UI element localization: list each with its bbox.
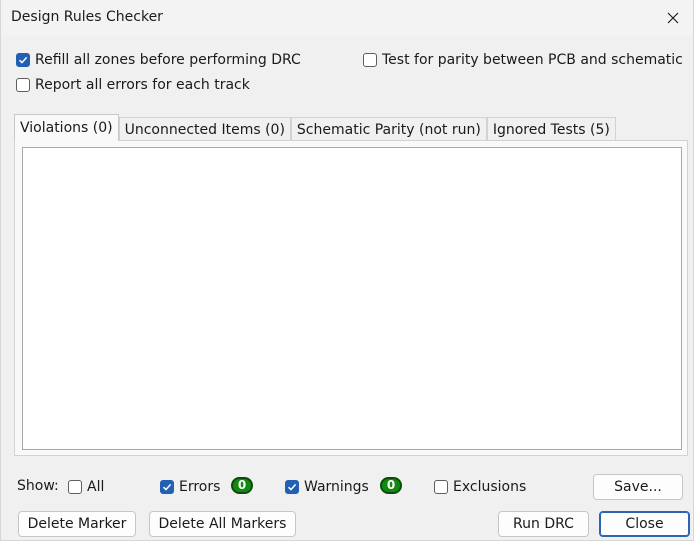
run-drc-button[interactable]: Run DRC	[498, 511, 589, 537]
tab-schematic-parity[interactable]: Schematic Parity (not run)	[290, 117, 487, 141]
test-parity-checkbox[interactable]	[363, 53, 377, 67]
report-all-errors-checkbox[interactable]	[16, 78, 30, 92]
title-bar: Design Rules Checker	[1, 0, 693, 36]
violations-panel	[14, 140, 688, 456]
test-parity-option[interactable]: Test for parity between PCB and schemati…	[363, 52, 683, 68]
filter-errors-label: Errors	[179, 479, 221, 495]
window-title: Design Rules Checker	[11, 9, 163, 25]
tab-violations[interactable]: Violations (0)	[14, 114, 119, 141]
show-label: Show:	[17, 478, 59, 494]
tab-unconnected-items[interactable]: Unconnected Items (0)	[118, 117, 291, 141]
delete-all-markers-button[interactable]: Delete All Markers	[149, 511, 296, 537]
filter-exclusions-label: Exclusions	[453, 479, 527, 495]
check-icon	[287, 483, 297, 491]
warnings-count-badge: 0	[380, 477, 402, 494]
errors-count-badge: 0	[231, 477, 253, 494]
filter-warnings-option[interactable]: Warnings	[285, 479, 369, 495]
refill-zones-label: Refill all zones before performing DRC	[35, 52, 301, 68]
filter-exclusions-option[interactable]: Exclusions	[434, 479, 526, 495]
tab-ignored-tests[interactable]: Ignored Tests (5)	[486, 117, 616, 141]
filter-warnings-label: Warnings	[304, 479, 369, 495]
close-button[interactable]: Close	[599, 511, 690, 537]
refill-zones-option[interactable]: Refill all zones before performing DRC	[16, 52, 301, 68]
close-icon	[667, 12, 679, 24]
refill-zones-checkbox[interactable]	[16, 53, 30, 67]
filter-warnings-checkbox[interactable]	[285, 480, 299, 494]
filter-all-label: All	[87, 479, 105, 495]
check-icon	[18, 56, 28, 64]
report-all-errors-label: Report all errors for each track	[35, 77, 250, 93]
report-all-errors-option[interactable]: Report all errors for each track	[16, 77, 250, 93]
filter-errors-checkbox[interactable]	[160, 480, 174, 494]
violations-list[interactable]	[22, 147, 682, 450]
save-button[interactable]: Save...	[593, 474, 683, 500]
filter-errors-option[interactable]: Errors	[160, 479, 220, 495]
filter-all-option[interactable]: All	[68, 479, 104, 495]
drc-dialog: Design Rules Checker Refill all zones be…	[0, 0, 694, 541]
window-close-button[interactable]	[659, 4, 687, 32]
check-icon	[162, 483, 172, 491]
filter-all-checkbox[interactable]	[68, 480, 82, 494]
test-parity-label: Test for parity between PCB and schemati…	[382, 52, 683, 68]
filter-exclusions-checkbox[interactable]	[434, 480, 448, 494]
delete-marker-button[interactable]: Delete Marker	[18, 511, 136, 537]
results-tabs: Violations (0) Unconnected Items (0) Sch…	[14, 114, 616, 141]
